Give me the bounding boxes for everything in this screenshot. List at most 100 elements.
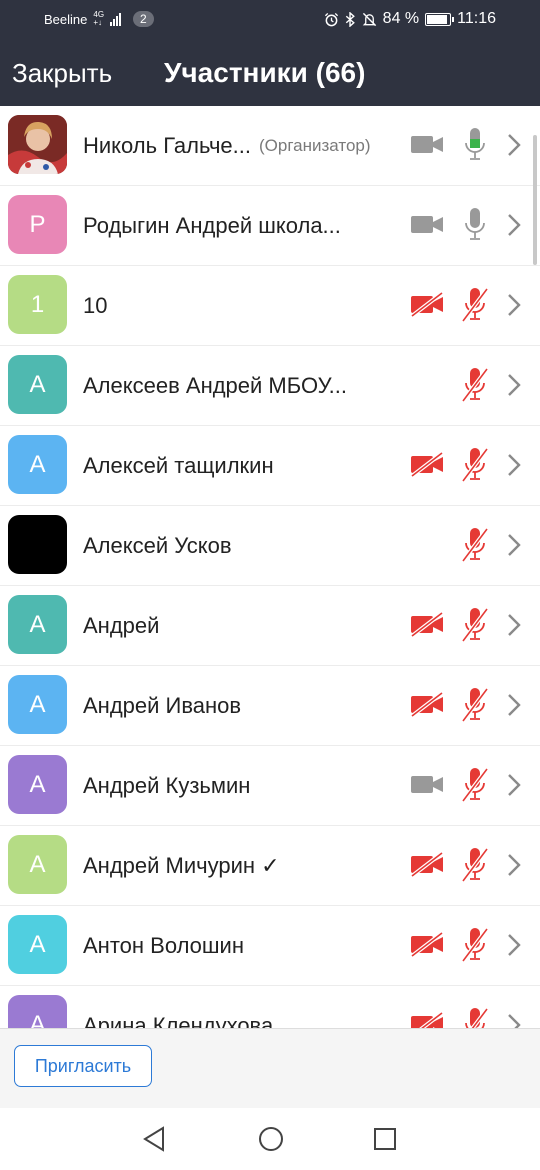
camera-off-icon bbox=[410, 291, 444, 317]
participant-name-wrap: Андрей Иванов bbox=[83, 666, 241, 745]
status-bar-left: Beeline 4G +↓ 2 bbox=[44, 11, 154, 27]
camera-off-icon bbox=[410, 931, 444, 957]
camera-off-icon bbox=[411, 1011, 444, 1028]
mic-off-icon bbox=[461, 767, 489, 803]
chevron-right-icon[interactable] bbox=[506, 852, 522, 878]
mic-off-icon bbox=[461, 927, 489, 963]
participant-name-wrap: Алексей Усков bbox=[83, 506, 232, 585]
recent-apps-icon[interactable] bbox=[373, 1127, 397, 1151]
invite-button[interactable]: Пригласить bbox=[14, 1045, 152, 1087]
back-icon[interactable] bbox=[142, 1126, 166, 1152]
participant-name: Николь Гальче... bbox=[83, 132, 251, 158]
participant-name: Андрей Иванов bbox=[83, 692, 242, 718]
chevron-right-icon[interactable] bbox=[506, 932, 522, 958]
close-button[interactable]: Закрыть bbox=[12, 58, 112, 89]
alarm-icon bbox=[324, 12, 338, 26]
participant-name: Арина Клендухова bbox=[83, 1012, 274, 1029]
chevron-right-icon[interactable] bbox=[506, 452, 522, 478]
chevron-right-icon[interactable] bbox=[506, 372, 522, 398]
mic-off-icon bbox=[461, 527, 489, 563]
mic-off-icon bbox=[461, 687, 489, 723]
avatar: А bbox=[8, 435, 67, 494]
participant-name-wrap: Андрей Мичурин ✓ bbox=[83, 826, 280, 905]
participant-row[interactable]: А Андрей Мичурин ✓ bbox=[0, 826, 540, 906]
avatar: А bbox=[8, 595, 67, 654]
participant-name: Андрей Мичурин ✓ bbox=[83, 852, 280, 878]
chevron-right-icon[interactable] bbox=[506, 212, 522, 238]
participant-name: Антон Волошин bbox=[83, 932, 244, 958]
participant-role: (Организатор) bbox=[259, 135, 371, 155]
participant-name-wrap: Антон Волошин bbox=[83, 906, 244, 985]
avatar: А bbox=[8, 835, 67, 894]
camera-off-icon bbox=[410, 451, 444, 477]
scrollbar[interactable] bbox=[533, 135, 537, 265]
camera-icon bbox=[411, 216, 443, 233]
participant-name: Алексей тащилкин bbox=[83, 452, 274, 478]
chevron-right-icon[interactable] bbox=[506, 292, 522, 318]
avatar: А bbox=[8, 915, 67, 974]
camera-icon bbox=[411, 136, 443, 153]
participant-row[interactable]: Алексей Усков bbox=[0, 506, 540, 586]
participant-row[interactable]: А Алексей тащилкин bbox=[0, 426, 540, 506]
chevron-right-icon[interactable] bbox=[506, 612, 522, 638]
participant-name: Родыгин Андрей школа... bbox=[83, 212, 341, 238]
participant-row[interactable]: А Андрей Кузьмин bbox=[0, 746, 540, 826]
participant-row[interactable]: А Арина Клендухова bbox=[0, 986, 540, 1028]
participant-name: Андрей Кузьмин bbox=[83, 772, 251, 798]
participant-row[interactable]: А Алексеев Андрей МБОУ... bbox=[0, 346, 540, 426]
chevron-right-icon[interactable] bbox=[506, 532, 522, 558]
avatar: А bbox=[8, 755, 67, 814]
participant-row[interactable]: А Андрей bbox=[0, 586, 540, 666]
header: Закрыть Участники (66) bbox=[0, 40, 540, 106]
camera-off-icon bbox=[410, 691, 444, 717]
home-icon[interactable] bbox=[258, 1126, 284, 1152]
participant-row[interactable]: 1 10 bbox=[0, 266, 540, 346]
participant-name: Алексеев Андрей МБОУ... bbox=[83, 372, 347, 398]
signal-icon bbox=[110, 12, 122, 26]
participant-name: 10 bbox=[83, 292, 108, 318]
battery-icon bbox=[425, 12, 455, 26]
chevron-right-icon[interactable] bbox=[506, 692, 522, 718]
camera-off-icon bbox=[410, 611, 444, 637]
chevron-right-icon[interactable] bbox=[506, 1012, 522, 1028]
participant-name: Алексей Усков bbox=[83, 532, 232, 558]
camera-icon bbox=[411, 776, 443, 793]
status-bar: Beeline 4G +↓ 2 84 % 11:16 bbox=[0, 0, 540, 40]
participant-row[interactable]: Р Родыгин Андрей школа... bbox=[0, 186, 540, 266]
chevron-right-icon[interactable] bbox=[506, 132, 522, 158]
mic-icon bbox=[465, 128, 485, 160]
participant-name: Андрей bbox=[83, 612, 160, 638]
participant-row[interactable]: А Андрей Иванов bbox=[0, 666, 540, 746]
participant-row[interactable]: А Антон Волошин bbox=[0, 906, 540, 986]
mic-off-icon bbox=[461, 607, 489, 643]
mic-off-icon bbox=[461, 367, 489, 403]
battery-percent: 84 % bbox=[382, 10, 420, 27]
avatar bbox=[8, 115, 67, 174]
page-title: Участники (66) bbox=[164, 57, 366, 88]
participant-name-wrap: Андрей Кузьмин bbox=[83, 746, 250, 825]
avatar: А bbox=[8, 995, 67, 1028]
mic-off-icon bbox=[461, 287, 489, 323]
participant-list[interactable]: Николь Гальче... (Организатор) Р Родыгин Ан… bbox=[0, 106, 540, 1028]
participant-name-wrap: Николь Гальче... (Организатор) bbox=[83, 106, 371, 185]
mute-icon bbox=[362, 12, 376, 26]
participant-name-wrap: Алексеев Андрей МБОУ... bbox=[83, 346, 347, 425]
avatar-photo-icon bbox=[8, 115, 67, 174]
mic-off-icon bbox=[465, 1007, 489, 1028]
chevron-right-icon[interactable] bbox=[506, 772, 522, 798]
participant-name-wrap: Арина Клендухова bbox=[83, 986, 274, 1029]
avatar: А bbox=[8, 355, 67, 414]
bluetooth-icon bbox=[345, 11, 355, 27]
participant-name-wrap: Алексей тащилкин bbox=[83, 426, 274, 505]
avatar: А bbox=[8, 675, 67, 734]
participant-name-wrap: Андрей bbox=[83, 586, 159, 665]
navigation-bar bbox=[0, 1108, 540, 1170]
avatar: Р bbox=[8, 195, 67, 254]
avatar: 1 bbox=[8, 275, 67, 334]
participant-name-wrap: Родыгин Андрей школа... bbox=[83, 186, 341, 265]
mic-icon bbox=[465, 208, 485, 240]
participant-row[interactable]: Николь Гальче... (Организатор) bbox=[0, 106, 540, 186]
clock: 11:16 bbox=[457, 10, 496, 27]
mic-off-icon bbox=[461, 447, 489, 483]
status-bar-right: 84 % 11:16 bbox=[324, 10, 496, 28]
